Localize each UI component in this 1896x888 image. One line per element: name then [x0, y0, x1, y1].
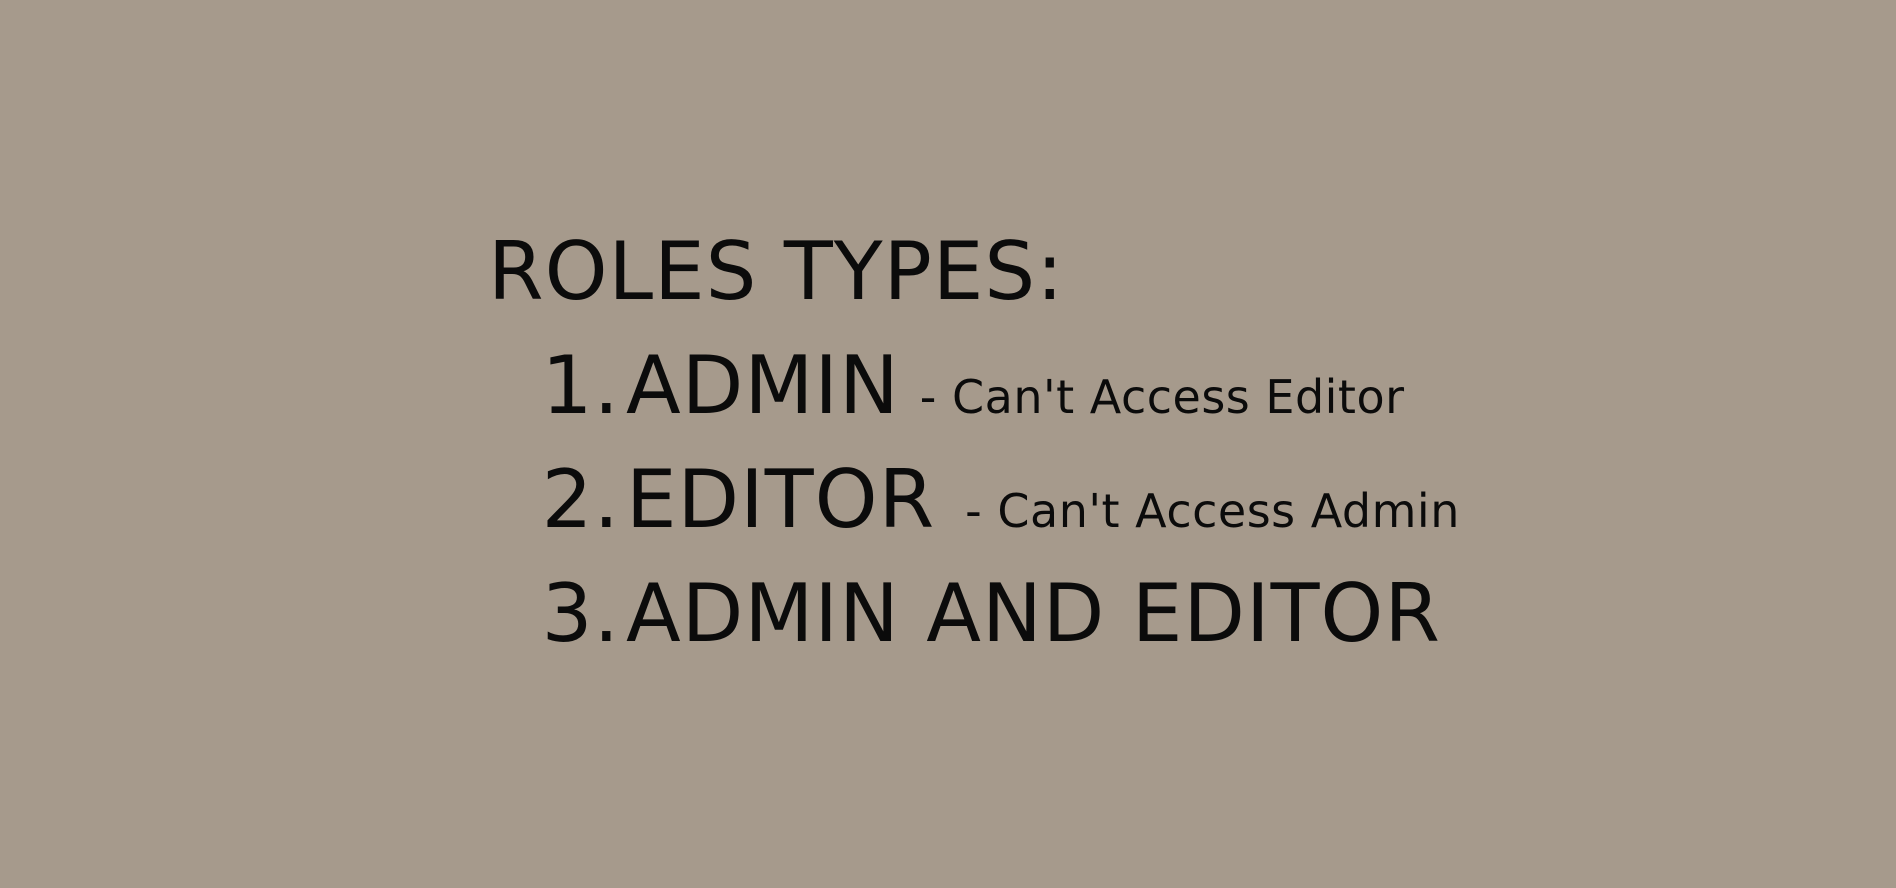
role-name: ADMIN AND EDITOR: [626, 567, 1441, 660]
role-number-box: 1.: [500, 336, 620, 436]
slide-canvas: ROLES TYPES: 1. ADMIN - Can't Access Edi…: [0, 0, 1896, 888]
role-name-box: EDITOR - Can't Access Admin: [626, 450, 1460, 561]
slide-heading: ROLES TYPES:: [488, 225, 1065, 318]
role-number-box: 2.: [500, 450, 620, 550]
role-name-box: ADMIN AND EDITOR: [626, 564, 1461, 664]
role-number: 1.: [541, 339, 620, 432]
role-number: 3.: [541, 567, 620, 660]
role-number: 2.: [541, 453, 620, 546]
role-note: - Can't Access Admin: [965, 484, 1460, 538]
role-name: ADMIN: [626, 339, 900, 432]
role-note: - Can't Access Editor: [919, 370, 1405, 424]
role-name-box: ADMIN - Can't Access Editor: [626, 336, 1405, 447]
role-number-box: 3.: [500, 564, 620, 664]
role-name: EDITOR: [626, 453, 936, 546]
